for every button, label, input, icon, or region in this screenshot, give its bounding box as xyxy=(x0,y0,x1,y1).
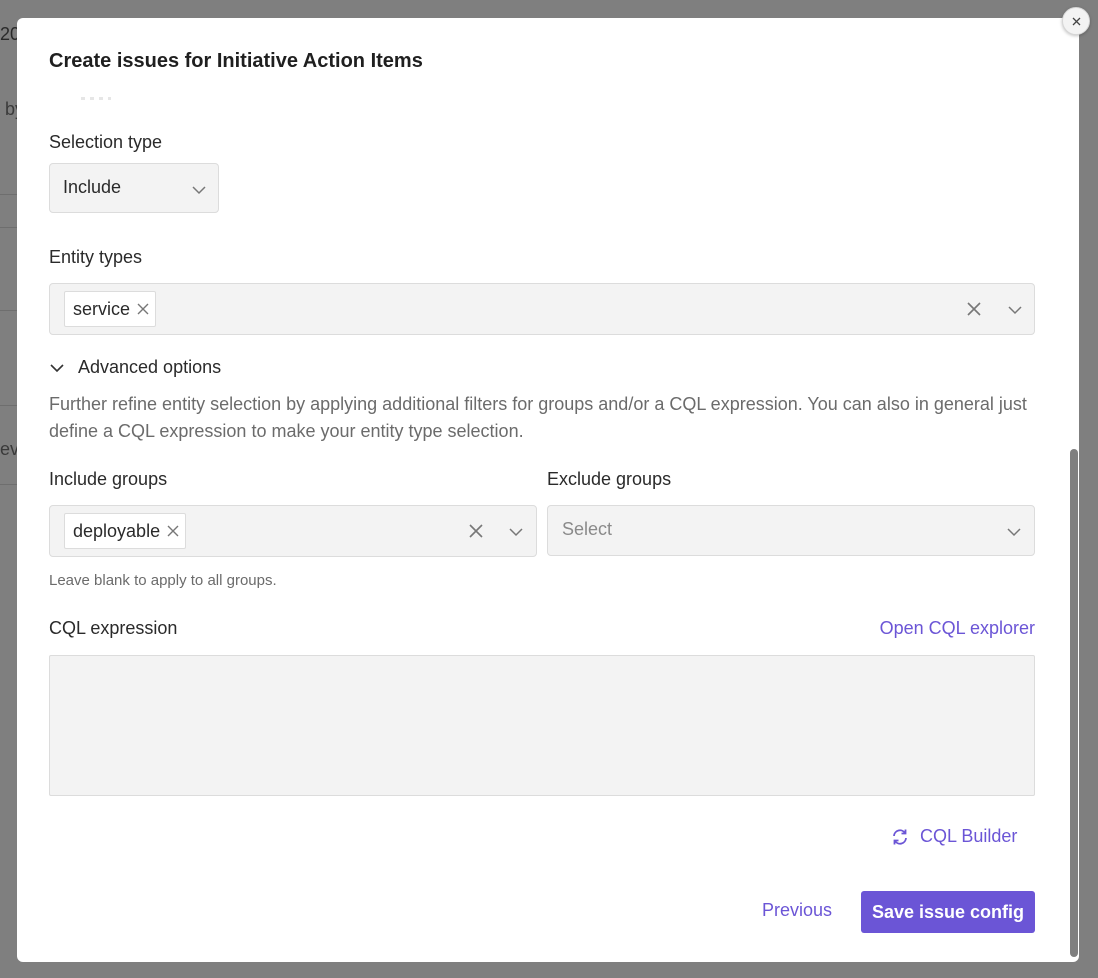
chevron-down-icon xyxy=(50,363,64,372)
remove-chip-icon[interactable] xyxy=(167,525,179,537)
chevron-down-icon[interactable] xyxy=(508,527,524,537)
scrolled-content-remnant xyxy=(81,97,111,100)
cql-expression-textarea[interactable] xyxy=(49,655,1035,796)
entity-types-multiselect[interactable]: service xyxy=(49,283,1035,335)
include-group-chip: deployable xyxy=(64,513,187,549)
backdrop-divider xyxy=(0,227,17,228)
cql-builder-label: CQL Builder xyxy=(920,826,1018,846)
modal-title: Create issues for Initiative Action Item… xyxy=(49,50,423,72)
remove-chip-icon[interactable] xyxy=(137,303,149,315)
backdrop-divider xyxy=(0,310,17,311)
create-issues-modal: Create issues for Initiative Action Item… xyxy=(17,18,1079,962)
chevron-down-icon xyxy=(192,186,206,195)
previous-button[interactable]: Previous xyxy=(762,900,832,921)
save-issue-config-button[interactable]: Save issue config xyxy=(861,891,1035,933)
include-groups-label: Include groups xyxy=(49,469,168,489)
clear-all-icon[interactable] xyxy=(469,524,483,538)
chevron-down-icon xyxy=(1007,528,1021,537)
chip-label: service xyxy=(73,298,131,319)
selection-type-label: Selection type xyxy=(49,132,163,152)
selection-type-select[interactable]: Include xyxy=(49,163,219,213)
advanced-options-toggle[interactable]: Advanced options xyxy=(49,357,221,378)
cql-expression-label: CQL expression xyxy=(49,618,178,638)
exclude-groups-label: Exclude groups xyxy=(547,469,672,489)
clear-all-icon[interactable] xyxy=(967,302,981,316)
entity-type-chip: service xyxy=(64,291,157,327)
backdrop-divider xyxy=(0,484,17,485)
advanced-options-description: Further refine entity selection by apply… xyxy=(49,394,1027,441)
exclude-groups-placeholder: Select xyxy=(562,519,613,539)
chevron-down-icon[interactable] xyxy=(1007,305,1023,315)
selection-type-value: Include xyxy=(63,177,122,197)
cql-builder-button[interactable]: CQL Builder xyxy=(891,826,1017,847)
exclude-groups-select[interactable]: Select xyxy=(547,505,1035,556)
include-groups-hint: Leave blank to apply to all groups. xyxy=(49,572,277,589)
backdrop-divider xyxy=(0,194,17,195)
refresh-icon xyxy=(893,828,907,845)
close-icon xyxy=(1072,17,1080,25)
close-modal-button[interactable] xyxy=(1062,7,1090,35)
include-groups-multiselect[interactable]: deployable xyxy=(49,505,537,557)
modal-scrollbar-thumb[interactable] xyxy=(1070,449,1078,957)
backdrop-divider xyxy=(0,405,17,406)
open-cql-explorer-link[interactable]: Open CQL explorer xyxy=(880,618,1035,639)
chip-label: deployable xyxy=(73,520,161,541)
entity-types-label: Entity types xyxy=(49,247,143,267)
advanced-options-label: Advanced options xyxy=(78,357,222,377)
